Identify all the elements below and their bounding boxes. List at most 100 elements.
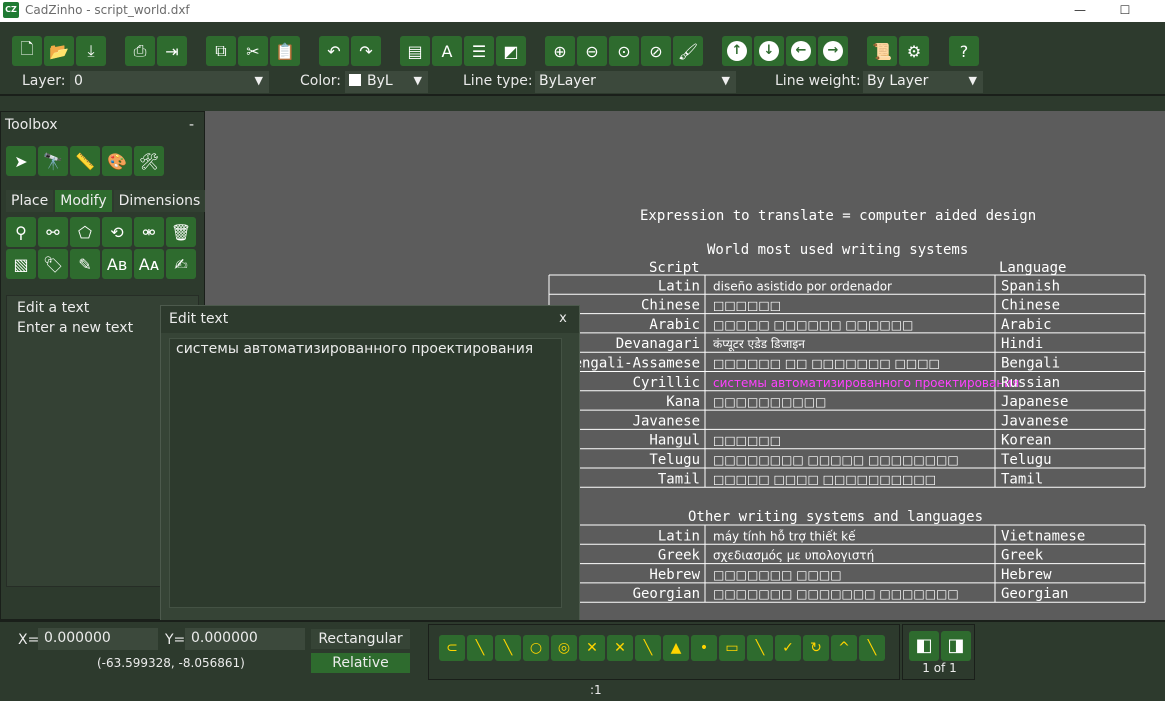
row2-script-cell: Latin [658, 528, 700, 544]
find-icon[interactable]: 🔭 [38, 146, 68, 176]
relative-button[interactable]: Relative [311, 653, 410, 673]
select-icon[interactable]: ➤ [6, 146, 36, 176]
text-replace-icon[interactable]: Aᴀ [134, 249, 164, 279]
row-script-cell: Cyrillic [633, 375, 700, 391]
arrow-right-icon[interactable]: → [818, 36, 848, 66]
redo-icon[interactable]: ↷ [351, 36, 381, 66]
dimension-style-icon[interactable]: ◩ [496, 36, 526, 66]
mirror-icon[interactable]: ⚮ [134, 217, 164, 247]
prev-page-icon[interactable]: ◧ [909, 631, 939, 661]
row-language-cell: Japanese [1001, 394, 1068, 410]
text-style-icon[interactable]: A [432, 36, 462, 66]
snap-rotate-icon[interactable]: ↻ [803, 635, 829, 661]
snap-ortho-icon[interactable]: ╲ [859, 635, 885, 661]
chevron-down-icon: ▼ [254, 74, 263, 87]
zoom-in-icon[interactable]: ⊕ [545, 36, 575, 66]
x-input[interactable]: 0.000000 [38, 628, 158, 650]
page-info: 1 of 1 [922, 661, 957, 675]
color-select[interactable]: ByL ▼ [345, 71, 428, 93]
next-page-icon[interactable]: ◨ [941, 631, 971, 661]
arrow-left-icon[interactable]: ← [786, 36, 816, 66]
snap-extension-icon[interactable]: ✕ [607, 635, 633, 661]
brush-icon[interactable]: 🖌 [673, 36, 703, 66]
snap-endpoint-icon[interactable]: ╲ [467, 635, 493, 661]
save-icon[interactable]: ⤓ [76, 36, 106, 66]
properties-icon[interactable]: ✍ [166, 249, 196, 279]
print-icon[interactable]: ⎙ [125, 36, 155, 66]
cut-icon[interactable]: ✂ [238, 36, 268, 66]
x-label: X= [18, 632, 40, 648]
expression-text: Expression to translate = computer aided… [640, 208, 1036, 224]
undo-icon[interactable]: ↶ [319, 36, 349, 66]
snap-node-icon[interactable]: • [691, 635, 717, 661]
duplicate-icon[interactable]: ⚯ [38, 217, 68, 247]
rectangular-button[interactable]: Rectangular [311, 629, 410, 649]
row-text-cell: □□□□□□ [713, 434, 781, 448]
maximize-button[interactable]: ☐ [1110, 1, 1140, 21]
line-type-icon[interactable]: ☰ [464, 36, 494, 66]
snap-rectangle-icon[interactable]: ▭ [719, 635, 745, 661]
layer-label: Layer: [22, 73, 66, 89]
explode-icon[interactable]: ▧ [6, 249, 36, 279]
row-script-cell: Latin [658, 278, 700, 294]
zoom-all-icon[interactable]: ⊘ [641, 36, 671, 66]
arrow-down-icon[interactable]: ↓ [754, 36, 784, 66]
color-swatch [349, 74, 361, 86]
export-icon[interactable]: ⇥ [157, 36, 187, 66]
row-script-cell: Arabic [649, 317, 700, 333]
lineweight-select[interactable]: By Layer ▼ [863, 71, 983, 93]
script-icon[interactable]: 📜 [867, 36, 897, 66]
snap-perpendicular-icon[interactable]: ╲ [747, 635, 773, 661]
text-edit-icon[interactable]: Aʙ [102, 249, 132, 279]
snap-intersection-icon[interactable]: ✕ [579, 635, 605, 661]
snap-center-icon[interactable]: ○ [523, 635, 549, 661]
move-icon[interactable]: ⚲ [6, 217, 36, 247]
magnet-icon[interactable]: ⊂ [439, 635, 465, 661]
new-file-icon[interactable]: 🗋 [12, 36, 42, 66]
linetype-select[interactable]: ByLayer ▼ [535, 71, 736, 93]
row-language-cell: Korean [1001, 433, 1052, 449]
zoom-window-icon[interactable]: ⊙ [609, 36, 639, 66]
rotate-icon[interactable]: ⟲ [102, 217, 132, 247]
delete-icon[interactable]: 🗑 [166, 217, 196, 247]
layers-icon[interactable]: ▤ [400, 36, 430, 66]
layer-select[interactable]: 0 ▼ [70, 71, 269, 93]
row2-script-cell: Greek [658, 548, 701, 564]
row2-language-cell: Vietnamese [1001, 528, 1085, 544]
snap-tangent-icon[interactable]: ✓ [775, 635, 801, 661]
toolbox-title: Toolbox [5, 117, 58, 133]
window-title: CadZinho - script_world.dxf [25, 3, 190, 17]
snap-quadrant-icon[interactable]: ◎ [551, 635, 577, 661]
dialog-text-input[interactable]: системы автоматизированного проектирован… [169, 338, 562, 608]
row-text-cell: diseño asistido por ordenador [713, 279, 892, 293]
gear-icon[interactable]: ⚙ [899, 36, 929, 66]
tab-dimensions[interactable]: Dimensions [113, 190, 206, 212]
y-input[interactable]: 0.000000 [185, 628, 305, 650]
row-script-cell: Devanagari [616, 336, 700, 352]
snap-insert-icon[interactable]: ▲ [663, 635, 689, 661]
snap-parallel-icon[interactable]: ╲ [635, 635, 661, 661]
scale-icon[interactable]: ⬠ [70, 217, 100, 247]
zoom-out-icon[interactable]: ⊖ [577, 36, 607, 66]
linetype-label: Line type: [463, 73, 533, 89]
snap-nearest-icon[interactable]: ^ [831, 635, 857, 661]
open-icon[interactable]: 📂 [44, 36, 74, 66]
snap-midpoint-icon[interactable]: ╲ [495, 635, 521, 661]
copy-icon[interactable]: ⧉ [206, 36, 236, 66]
toolbox-minimize-button[interactable]: - [189, 112, 194, 138]
row-script-cell: Kana [666, 394, 700, 410]
minimize-button[interactable]: — [1065, 1, 1095, 21]
help-icon[interactable]: ? [949, 36, 979, 66]
paste-icon[interactable]: 📋 [270, 36, 300, 66]
measure-icon[interactable]: 📏 [70, 146, 100, 176]
paint-icon[interactable]: 🎨 [102, 146, 132, 176]
arrow-up-icon[interactable]: ↑ [722, 36, 752, 66]
tag-icon[interactable]: 🏷 [38, 249, 68, 279]
chevron-down-icon: ▼ [968, 74, 977, 87]
dialog-close-button[interactable]: x [552, 308, 574, 330]
tab-place[interactable]: Place [6, 190, 54, 212]
tab-modify[interactable]: Modify [55, 190, 112, 212]
tools-icon[interactable]: 🛠 [134, 146, 164, 176]
edit-icon[interactable]: ✎ [70, 249, 100, 279]
lineweight-label: Line weight: [775, 73, 861, 89]
